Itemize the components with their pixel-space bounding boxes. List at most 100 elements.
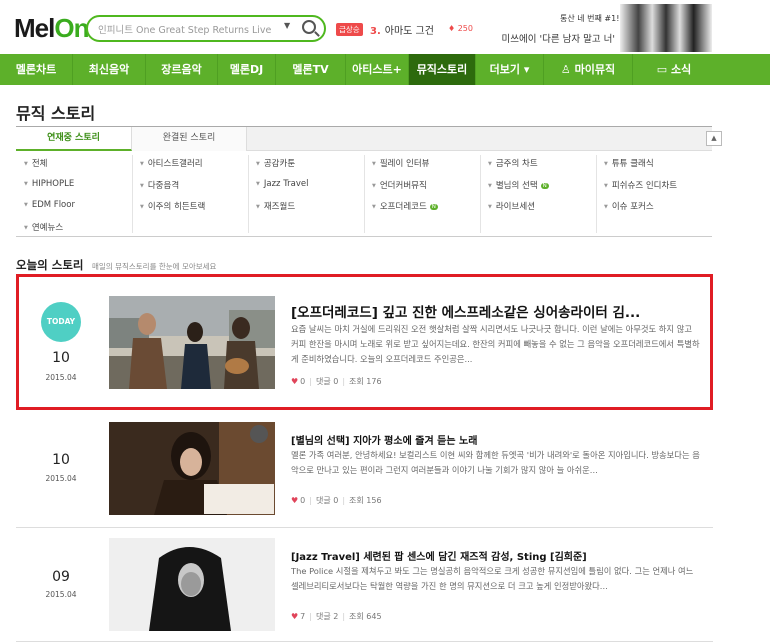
- category-item[interactable]: 연예뉴스: [24, 221, 63, 233]
- page-title: 뮤직 스토리: [16, 104, 96, 123]
- story-description: 멜론 가족 여러분, 안녕하세요! 보컬리스트 이현 씨와 함께한 듀엣곡 '비…: [291, 450, 700, 475]
- story-description: The Police 시절을 제쳐두고 봐도 그는 명실공히 음악적으로 크게 …: [291, 566, 694, 591]
- nav-tv[interactable]: 멜론TV: [276, 54, 346, 85]
- nav-my-music-label: 마이뮤직: [574, 63, 616, 76]
- story-title[interactable]: [Jazz Travel] 세련된 팝 센스에 담긴 재즈적 감성, Sting…: [291, 548, 701, 563]
- story-title[interactable]: [오프더레코드] 깊고 진한 에스프레소같은 싱어송라이터 김...: [291, 301, 701, 321]
- category-item[interactable]: HIPHOPLE: [24, 179, 74, 189]
- category-item[interactable]: 이주의 히든트랙: [140, 200, 205, 212]
- category-label: 오프더레코드: [379, 202, 427, 212]
- view-count: 조회 645: [349, 612, 382, 621]
- search-box[interactable]: 인피니트 One Great Step Returns Live 공개! ▼: [86, 15, 326, 42]
- category-item[interactable]: 라이브세션: [488, 200, 535, 212]
- main-nav: 멜론차트 최신음악 장르음악 멜론DJ 멜론TV 아티스트+ 뮤직스토리 더보기…: [0, 54, 770, 85]
- category-item[interactable]: 다중음격: [140, 179, 179, 191]
- comment-count[interactable]: 댓글 0: [316, 377, 338, 386]
- rising-title: 아마도 그건: [384, 26, 434, 37]
- heart-icon[interactable]: ♥: [291, 496, 298, 505]
- nav-news-label: 소식: [670, 63, 692, 76]
- search-input[interactable]: 인피니트 One Great Step Returns Live 공개!: [98, 22, 274, 36]
- rising-count-value: 250: [457, 24, 473, 33]
- category-item[interactable]: 피쉬슈즈 인디차트: [604, 179, 677, 191]
- today-badge: TODAY: [41, 302, 81, 342]
- rising-badge: 급상승: [336, 23, 363, 36]
- category-label: 별님의 선택: [495, 181, 538, 191]
- story-thumbnail[interactable]: [109, 296, 275, 389]
- melon-logo[interactable]: MelOn: [14, 13, 89, 44]
- tab-ongoing[interactable]: 연재중 스토리: [16, 127, 132, 151]
- logo-on: On: [54, 13, 89, 43]
- like-count: 0: [300, 496, 306, 505]
- category-item[interactable]: EDM Floor: [24, 200, 75, 210]
- separator: |: [342, 377, 346, 386]
- category-item[interactable]: Jazz Travel: [256, 179, 309, 189]
- story-title[interactable]: [별님의 선택] 지아가 평소에 즐겨 듣는 노래: [291, 432, 701, 447]
- collapse-icon[interactable]: ▲: [706, 131, 722, 146]
- nav-latest[interactable]: 최신음악: [73, 54, 146, 85]
- ad-line1[interactable]: 통산 네 번째 #1!: [560, 13, 619, 24]
- new-badge: N: [540, 183, 549, 189]
- ad-line2[interactable]: 미쓰에이 '다른 남자 말고 너': [500, 31, 615, 45]
- story-day: 10: [52, 452, 70, 468]
- story-tabs: 연재중 스토리 완결된 스토리 ▲: [16, 126, 722, 151]
- story-day: 10: [52, 350, 70, 366]
- story-date: 2015.04: [45, 590, 77, 599]
- category-item-new[interactable]: 오프더레코드N: [372, 200, 438, 212]
- today-section-subtitle: 매일의 뮤직스토리를 한눈에 모아보세요: [92, 262, 217, 271]
- category-item[interactable]: 금주의 차트: [488, 157, 538, 169]
- category-list: 전체 아티스트갤러리 공감카툰 필레이 인터뷰 금주의 차트 튜튜 클래식 HI…: [16, 151, 712, 237]
- search-dropdown-icon[interactable]: ▼: [284, 21, 290, 30]
- nav-chart[interactable]: 멜론차트: [0, 54, 73, 85]
- nav-my-music[interactable]: ♙ 마이뮤직: [544, 54, 633, 85]
- category-item[interactable]: 이슈 포커스: [604, 200, 654, 212]
- person-icon: ♙: [560, 63, 575, 76]
- tab-completed[interactable]: 완결된 스토리: [132, 127, 247, 151]
- category-item[interactable]: 재즈월드: [256, 200, 295, 212]
- story-date: 2015.04: [45, 474, 77, 483]
- category-item-new[interactable]: 별님의 선택N: [488, 179, 549, 191]
- nav-more[interactable]: 더보기 ▾: [476, 54, 544, 85]
- nav-genre[interactable]: 장르음악: [146, 54, 218, 85]
- logo-mel: Mel: [14, 13, 55, 43]
- story-meta: ♥ 0 | 댓글 0 | 조회 176: [291, 376, 382, 387]
- divider: [364, 155, 365, 233]
- category-item[interactable]: 아티스트갤러리: [140, 157, 203, 169]
- search-icon[interactable]: [302, 20, 316, 34]
- category-item[interactable]: 공감카툰: [256, 157, 295, 169]
- top-header: MelOn 인피니트 One Great Step Returns Live 공…: [0, 0, 770, 54]
- today-section-title: 오늘의 스토리: [16, 258, 84, 272]
- comment-count[interactable]: 댓글 0: [316, 496, 338, 505]
- story-date: 2015.04: [45, 373, 77, 382]
- arrow-up-icon: ♦: [448, 24, 458, 33]
- comment-count[interactable]: 댓글 2: [316, 612, 338, 621]
- category-item[interactable]: 필레이 인터뷰: [372, 157, 430, 169]
- nav-dj[interactable]: 멜론DJ: [218, 54, 276, 85]
- heart-icon[interactable]: ♥: [291, 612, 298, 621]
- story-meta: ♥ 0 | 댓글 0 | 조회 156: [291, 495, 382, 506]
- separator: |: [309, 496, 312, 505]
- separator: |: [342, 612, 346, 621]
- nav-news[interactable]: ▭ 소식: [633, 54, 715, 85]
- divider: [480, 155, 481, 233]
- divider: [248, 155, 249, 233]
- rising-count: ♦ 250: [448, 24, 473, 33]
- new-badge: N: [429, 204, 438, 210]
- story-description: 요즘 날씨는 마치 거실에 드리워진 오전 햇살처럼 살짝 시리면서도 나긋나긋…: [291, 324, 700, 364]
- divider: [132, 155, 133, 233]
- divider: [596, 155, 597, 233]
- category-item[interactable]: 전체: [24, 157, 48, 169]
- separator: |: [309, 612, 312, 621]
- nav-artist[interactable]: 아티스트+: [346, 54, 409, 85]
- ad-banner-image[interactable]: [620, 4, 712, 52]
- rising-chart-item[interactable]: 3. 아마도 그건: [370, 22, 434, 37]
- divider: [16, 641, 713, 642]
- nav-music-story[interactable]: 뮤직스토리: [409, 54, 476, 85]
- separator: |: [342, 496, 346, 505]
- heart-icon[interactable]: ♥: [291, 377, 298, 386]
- category-item[interactable]: 튜튜 클래식: [604, 157, 654, 169]
- story-thumbnail[interactable]: [109, 538, 275, 631]
- divider: [16, 527, 713, 528]
- like-count: 0: [300, 377, 306, 386]
- story-thumbnail[interactable]: [109, 422, 275, 515]
- category-item[interactable]: 언더커버뮤직: [372, 179, 427, 191]
